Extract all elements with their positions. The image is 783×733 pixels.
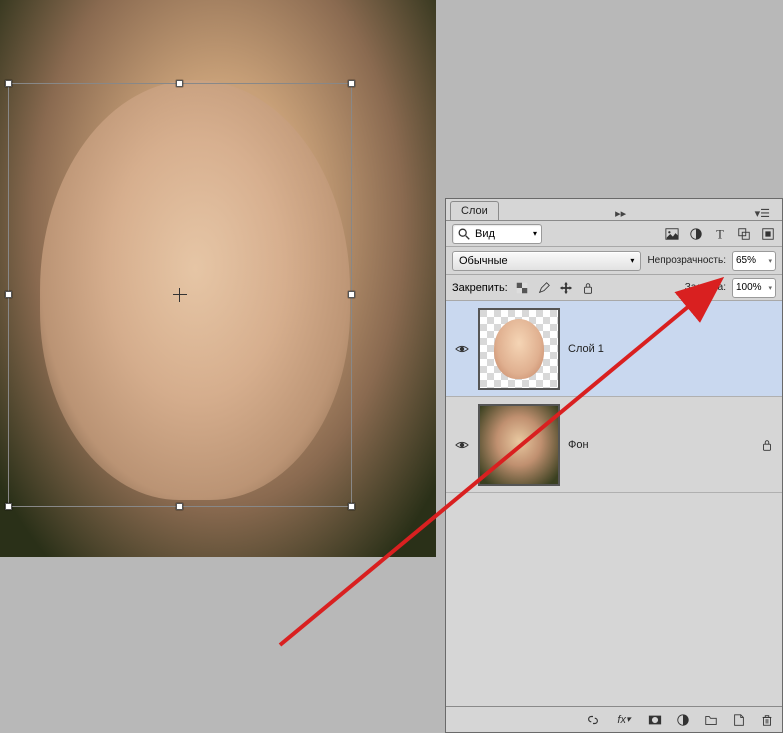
lock-all-icon[interactable] bbox=[580, 280, 596, 296]
chevron-down-icon: ▾ bbox=[533, 229, 537, 238]
blend-mode-value: Обычные bbox=[459, 255, 508, 267]
opacity-value: 65% bbox=[736, 255, 756, 266]
tab-layers[interactable]: Слои bbox=[450, 201, 499, 220]
panel-tabbar: Слои ▸▸ ▾☰ bbox=[446, 199, 782, 221]
chevron-down-icon: ▾ bbox=[630, 256, 634, 265]
filter-text-icon[interactable]: T bbox=[712, 226, 728, 242]
trash-icon[interactable] bbox=[758, 711, 776, 729]
filter-adjustment-icon[interactable] bbox=[688, 226, 704, 242]
filter-smartobject-icon[interactable] bbox=[760, 226, 776, 242]
fill-label: Заливка: bbox=[685, 282, 726, 293]
filter-pixel-icon[interactable] bbox=[664, 226, 680, 242]
filter-icons: T bbox=[664, 226, 776, 242]
opacity-input[interactable]: 65% ▾ bbox=[732, 251, 776, 271]
visibility-toggle[interactable] bbox=[454, 341, 470, 357]
layer-row[interactable]: Слой 1 bbox=[446, 301, 782, 397]
panel-menu-icon[interactable]: ▾☰ bbox=[749, 207, 776, 220]
lock-row: Закрепить: Заливка: 100% ▾ bbox=[446, 275, 782, 301]
photo-thumbnail bbox=[480, 406, 558, 484]
filter-shape-icon[interactable] bbox=[736, 226, 752, 242]
lock-brush-icon[interactable] bbox=[536, 280, 552, 296]
chevron-down-icon: ▾ bbox=[768, 284, 772, 292]
opacity-label: Непрозрачность: bbox=[647, 255, 726, 266]
mask-icon[interactable] bbox=[646, 711, 664, 729]
new-layer-icon[interactable] bbox=[730, 711, 748, 729]
fill-value: 100% bbox=[736, 282, 762, 293]
lock-icon[interactable] bbox=[760, 438, 774, 452]
layer-filter-select[interactable]: Вид ▾ bbox=[452, 224, 542, 244]
face-thumbnail bbox=[494, 319, 544, 379]
layer-row[interactable]: Фон bbox=[446, 397, 782, 493]
search-icon bbox=[457, 227, 471, 241]
visibility-toggle[interactable] bbox=[454, 437, 470, 453]
canvas-area bbox=[0, 0, 445, 733]
fill-input[interactable]: 100% ▾ bbox=[732, 278, 776, 298]
layer-thumbnail[interactable] bbox=[478, 308, 560, 390]
blend-mode-select[interactable]: Обычные ▾ bbox=[452, 251, 641, 271]
layers-list: Слой 1 Фон bbox=[446, 301, 782, 706]
panel-collapse-icon[interactable]: ▸▸ bbox=[609, 207, 632, 220]
lock-transparency-icon[interactable] bbox=[514, 280, 530, 296]
overlay-face bbox=[40, 80, 350, 500]
chevron-down-icon: ▾ bbox=[768, 257, 772, 265]
blend-row: Обычные ▾ Непрозрачность: 65% ▾ bbox=[446, 247, 782, 275]
fx-icon[interactable]: fx▾ bbox=[612, 711, 636, 729]
panel-bottom-bar: fx▾ bbox=[446, 706, 782, 732]
panel-filter-toolbar: Вид ▾ T bbox=[446, 221, 782, 247]
link-layers-icon[interactable] bbox=[584, 711, 602, 729]
layer-name[interactable]: Фон bbox=[568, 439, 589, 451]
layer-name[interactable]: Слой 1 bbox=[568, 343, 604, 355]
layer-thumbnail[interactable] bbox=[478, 404, 560, 486]
filter-label: Вид bbox=[475, 228, 495, 240]
layers-panel: Слои ▸▸ ▾☰ Вид ▾ T Обычные ▾ Непрозрачно… bbox=[445, 198, 783, 733]
svg-text:T: T bbox=[716, 227, 724, 241]
adjustment-icon[interactable] bbox=[674, 711, 692, 729]
canvas-image[interactable] bbox=[0, 0, 436, 557]
group-icon[interactable] bbox=[702, 711, 720, 729]
lock-label: Закрепить: bbox=[452, 282, 508, 294]
lock-move-icon[interactable] bbox=[558, 280, 574, 296]
